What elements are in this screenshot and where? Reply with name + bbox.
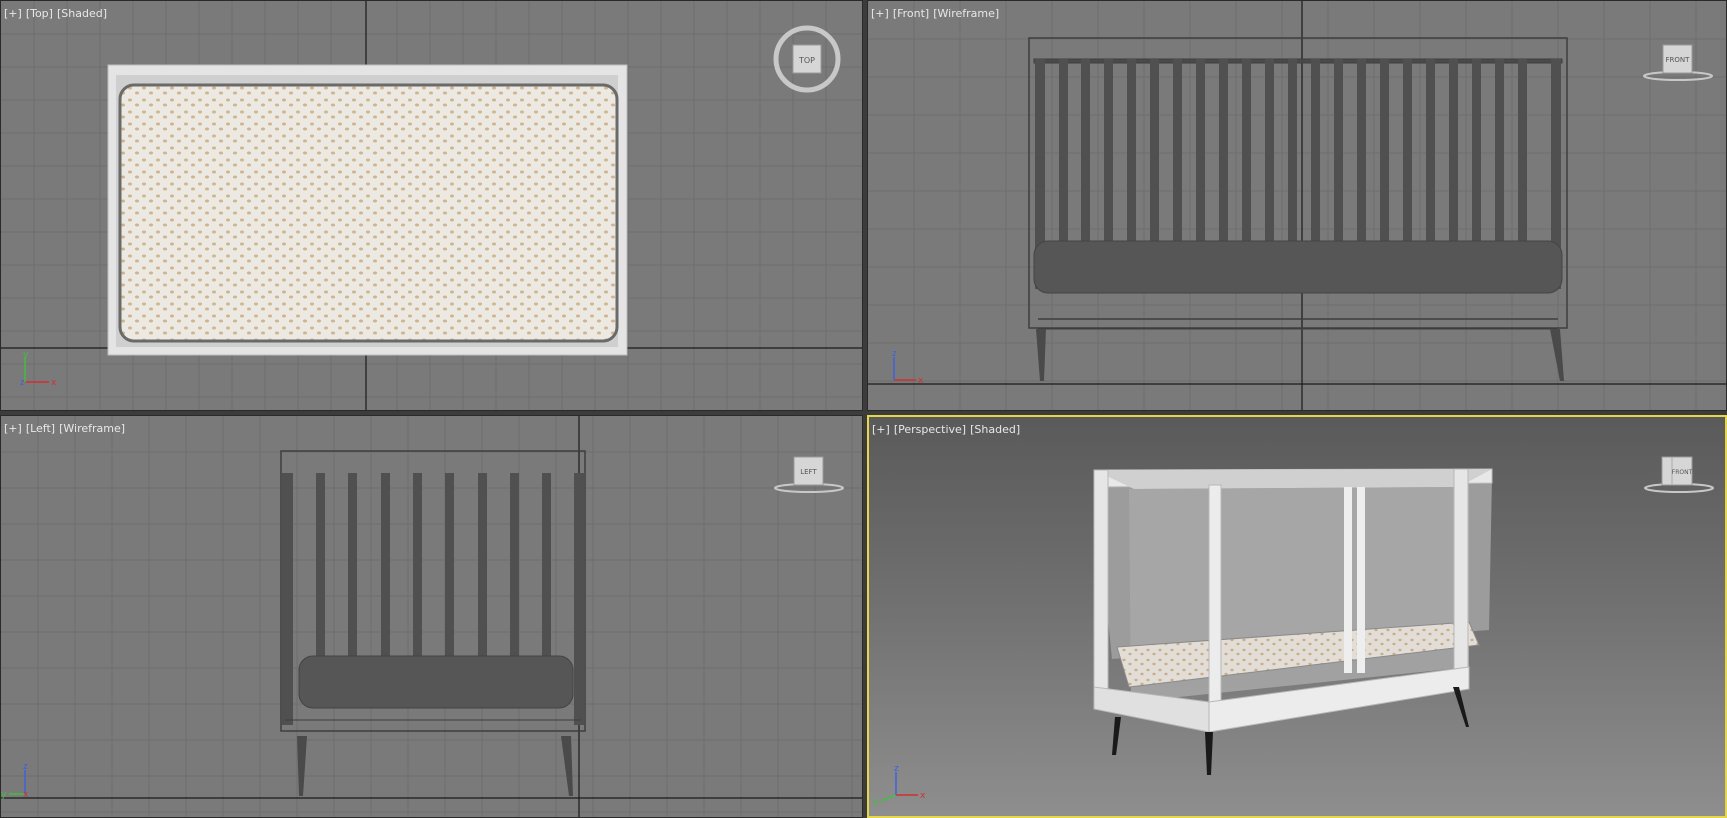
crib-wireframe[interactable] — [280, 450, 586, 796]
grid-axes — [1, 416, 862, 817]
crib-wireframe[interactable] — [1028, 37, 1568, 381]
axis-tripod: x z — [892, 349, 924, 386]
viewport-label[interactable]: [+] [Top] [Shaded] — [4, 7, 111, 20]
axis-y-label: y — [1, 790, 7, 800]
axis-y-label: y — [23, 350, 29, 360]
viewcube-label: FRONT — [1666, 56, 1691, 64]
viewcube[interactable]: FRONT — [1644, 456, 1714, 493]
viewport-label[interactable]: [+] [Perspective] [Shaded] — [872, 423, 1024, 436]
shading-mode[interactable]: [Wireframe] — [59, 422, 125, 435]
perspective-scene: FRONT x y z — [873, 456, 1714, 807]
shading-mode[interactable]: [Shaded] — [57, 7, 107, 20]
axis-z-label: z — [894, 764, 899, 774]
axis-x-label: x — [920, 791, 926, 801]
viewcube[interactable]: LEFT — [774, 456, 844, 493]
viewcube-label: FRONT — [1672, 469, 1693, 476]
axis-x-label: x — [23, 790, 29, 800]
axis-tripod: y z x — [1, 762, 29, 800]
viewcube[interactable]: TOP — [773, 25, 841, 93]
crib-model[interactable] — [1093, 468, 1493, 775]
axis-tripod: x y z — [20, 350, 57, 388]
axis-z-label: z — [892, 349, 897, 359]
viewport-label[interactable]: [+] [Left] [Wireframe] — [4, 422, 129, 435]
front-scene: FRONT x z — [868, 1, 1726, 410]
shading-mode[interactable]: [Wireframe] — [933, 7, 999, 20]
viewcube-label: TOP — [798, 56, 815, 65]
axis-tripod: x y z — [873, 764, 926, 807]
axis-z-label: z — [20, 378, 25, 388]
axis-x-label: x — [918, 376, 924, 386]
top-scene: TOP x y z — [1, 1, 862, 410]
viewport-menu-button[interactable]: [+] — [4, 422, 22, 435]
axis-y-label: y — [873, 797, 879, 807]
grid — [1, 416, 862, 817]
viewport-menu-button[interactable]: [+] — [871, 7, 889, 20]
view-name[interactable]: [Front] — [893, 7, 929, 20]
viewport-front[interactable]: [+] [Front] [Wireframe] FRONT x z — [867, 0, 1727, 411]
left-scene: LEFT y z x — [1, 416, 862, 817]
axis-z-label: z — [23, 762, 28, 772]
viewport-menu-button[interactable]: [+] — [4, 7, 22, 20]
shading-mode[interactable]: [Shaded] — [970, 423, 1020, 436]
viewport-top[interactable]: [+] [Top] [Shaded] TOP x y z — [0, 0, 863, 411]
view-name[interactable]: [Left] — [26, 422, 55, 435]
view-name[interactable]: [Perspective] — [894, 423, 966, 436]
viewport-left[interactable]: [+] [Left] [Wireframe] LEFT y z x — [0, 415, 863, 818]
viewport-perspective[interactable]: [+] [Perspective] [Shaded] FRONT x y z — [867, 415, 1727, 818]
mattress[interactable] — [118, 83, 619, 343]
axis-x-label: x — [51, 378, 57, 388]
viewport-menu-button[interactable]: [+] — [872, 423, 890, 436]
viewport-label[interactable]: [+] [Front] [Wireframe] — [871, 7, 1003, 20]
viewcube-label: LEFT — [800, 468, 817, 476]
viewcube[interactable]: FRONT — [1643, 44, 1713, 81]
view-name[interactable]: [Top] — [26, 7, 53, 20]
